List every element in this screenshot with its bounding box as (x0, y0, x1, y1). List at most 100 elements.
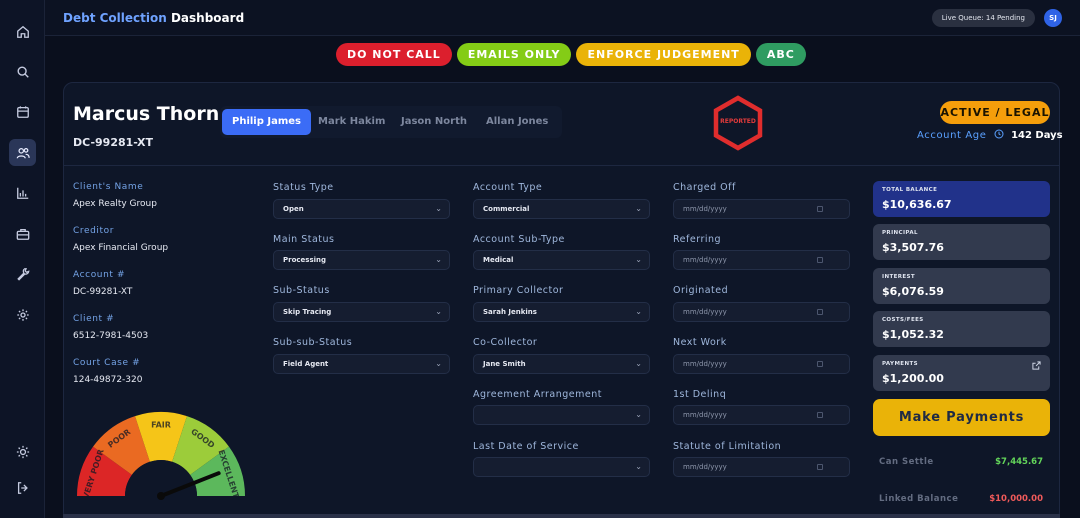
users-icon[interactable] (9, 139, 36, 166)
calendar-icon[interactable] (9, 98, 36, 125)
calendar-icon (817, 206, 823, 212)
live-queue-badge[interactable]: Live Queue: 14 Pending (931, 9, 1035, 27)
creditor-label: Creditor (73, 226, 115, 236)
people-tabs: Philip James Mark Hakim Jason North Alla… (220, 106, 562, 138)
tag-do-not-call[interactable]: DO NOT CALL (336, 43, 452, 66)
sub-status-select[interactable]: Skip Tracing ⌄ (273, 302, 450, 322)
search-icon[interactable] (9, 58, 36, 85)
referring-date[interactable]: mm/dd/yyyy (673, 250, 850, 270)
charged-off-label: Charged Off (673, 182, 736, 193)
client-number-label: Client # (73, 314, 115, 324)
gauge-needle-pivot (157, 492, 165, 500)
top-bar: Debt Collection Dashboard Live Queue: 14… (45, 0, 1080, 36)
account-number-value: DC-99281-XT (73, 287, 133, 297)
chevron-down-icon: ⌄ (635, 307, 642, 316)
charged-off-date[interactable]: mm/dd/yyyy (673, 199, 850, 219)
principal-value: $3,507.76 (882, 241, 944, 254)
total-balance-box: TOTAL BALANCE $10,636.67 (873, 181, 1050, 217)
next-work-label: Next Work (673, 337, 727, 348)
tag-emails-only[interactable]: EMAILS ONLY (456, 43, 572, 66)
chevron-down-icon: ⌄ (635, 204, 642, 213)
status-type-label: Status Type (273, 182, 334, 193)
account-type-select[interactable]: Commercial ⌄ (473, 199, 650, 219)
sidebar (0, 0, 45, 518)
tab-philip-james[interactable]: Philip James (222, 109, 311, 135)
sub-sub-status-label: Sub-sub-Status (273, 337, 353, 348)
agreement-arrangement-select[interactable]: ⌄ (473, 405, 650, 425)
principal-box: PRINCIPAL $3,507.76 (873, 224, 1050, 260)
tag-bar: DO NOT CALL EMAILS ONLY ENFORCE JUDGEMEN… (336, 43, 806, 66)
tab-mark-hakim[interactable]: Mark Hakim (308, 109, 395, 135)
chevron-down-icon: ⌄ (435, 307, 442, 316)
chevron-down-icon: ⌄ (635, 410, 642, 419)
main-status-select[interactable]: Processing ⌄ (273, 250, 450, 270)
interest-value: $6,076.59 (882, 285, 944, 298)
primary-collector-label: Primary Collector (473, 285, 564, 296)
wrench-icon[interactable] (9, 260, 36, 287)
horizontal-scrollbar[interactable] (63, 514, 1060, 518)
calendar-icon (817, 361, 823, 367)
sun-icon[interactable] (9, 438, 36, 465)
co-collector-select[interactable]: Jane Smith ⌄ (473, 354, 650, 374)
logout-icon[interactable] (9, 474, 36, 501)
tab-allan-jones[interactable]: Allan Jones (476, 109, 558, 135)
costs-fees-box: COSTS/FEES $1,052.32 (873, 311, 1050, 347)
chevron-down-icon: ⌄ (435, 359, 442, 368)
court-case-label: Court Case # (73, 358, 141, 368)
client-name-label: Client's Name (73, 182, 144, 192)
court-case-value: 124-49872-320 (73, 375, 143, 385)
payments-value: $1,200.00 (882, 372, 944, 385)
bar-chart-icon[interactable] (9, 179, 36, 206)
account-type-label: Account Type (473, 182, 543, 193)
last-date-of-service-select[interactable]: ⌄ (473, 457, 650, 477)
creditor-value: Apex Financial Group (73, 243, 169, 253)
referring-label: Referring (673, 234, 722, 245)
home-icon[interactable] (9, 18, 36, 45)
status-type-select[interactable]: Open ⌄ (273, 199, 450, 219)
co-collector-label: Co-Collector (473, 337, 538, 348)
payments-box[interactable]: PAYMENTS $1,200.00 (873, 355, 1050, 391)
credit-score-gauge: VERY POORPOORFAIRGOODEXCELLENT (77, 412, 245, 500)
account-sub-type-select[interactable]: Medical ⌄ (473, 250, 650, 270)
client-number-value: 6512-7981-4503 (73, 331, 149, 341)
gear-icon[interactable] (9, 301, 36, 328)
tag-abc[interactable]: ABC (755, 43, 806, 66)
account-age: Account Age 142 Days (917, 129, 1063, 141)
chevron-down-icon: ⌄ (635, 255, 642, 264)
first-delinq-date[interactable]: mm/dd/yyyy (673, 405, 850, 425)
total-balance-value: $10,636.67 (882, 198, 952, 211)
clock-icon (994, 129, 1004, 139)
statute-of-limitation-date[interactable]: mm/dd/yyyy (673, 457, 850, 477)
interest-box: INTEREST $6,076.59 (873, 268, 1050, 304)
gauge-label: FAIR (151, 421, 171, 430)
debtor-name: Marcus Thorne (73, 103, 233, 125)
make-payments-button[interactable]: Make Payments (873, 399, 1050, 436)
calendar-icon (817, 257, 823, 263)
account-sub-type-label: Account Sub-Type (473, 234, 565, 245)
can-settle-label: Can Settle (879, 457, 934, 467)
briefcase-icon[interactable] (9, 220, 36, 247)
chevron-down-icon: ⌄ (635, 359, 642, 368)
external-link-icon[interactable] (1032, 361, 1041, 370)
primary-collector-select[interactable]: Sarah Jenkins ⌄ (473, 302, 650, 322)
tab-jason-north[interactable]: Jason North (391, 109, 477, 135)
avatar[interactable]: SJ (1044, 9, 1062, 27)
calendar-icon (817, 309, 823, 315)
can-settle-value: $7,445.67 (995, 457, 1043, 467)
originated-date[interactable]: mm/dd/yyyy (673, 302, 850, 322)
status-badge: ACTIVE / LEGAL (940, 101, 1050, 124)
next-work-date[interactable]: mm/dd/yyyy (673, 354, 850, 374)
calendar-icon (817, 464, 823, 470)
first-delinq-label: 1st Delinq (673, 389, 727, 400)
sub-status-label: Sub-Status (273, 285, 330, 296)
costs-fees-value: $1,052.32 (882, 328, 944, 341)
debtor-id: DC-99281-XT (73, 136, 153, 149)
main-status-label: Main Status (273, 234, 335, 245)
calendar-icon (817, 412, 823, 418)
tag-enforce-judgement[interactable]: ENFORCE JUDGEMENT (576, 43, 751, 66)
client-name-value: Apex Realty Group (73, 199, 157, 209)
chevron-down-icon: ⌄ (435, 255, 442, 264)
sub-sub-status-select[interactable]: Field Agent ⌄ (273, 354, 450, 374)
linked-balance-value: $10,000.00 (989, 494, 1043, 504)
reported-label: REPORTED (720, 118, 756, 125)
